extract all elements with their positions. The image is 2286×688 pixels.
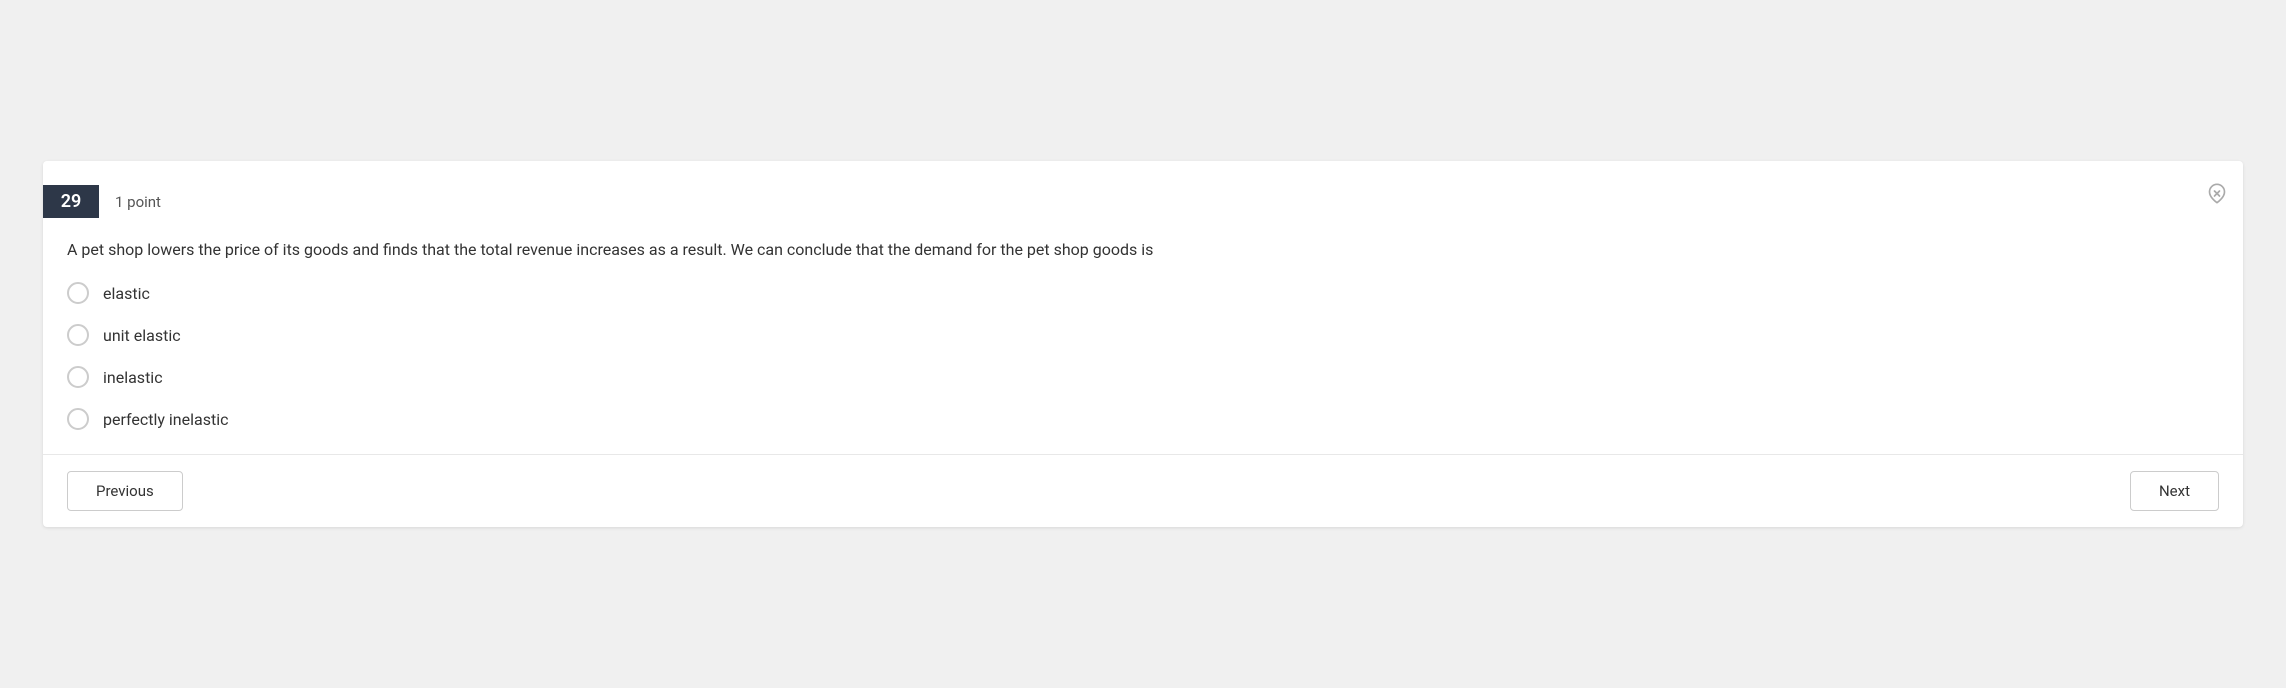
card-footer: Previous Next [43,454,2243,527]
question-header: 29 1 point [43,161,2243,230]
pin-icon[interactable] [2207,183,2227,208]
question-card: 29 1 point A pet shop lowers the price o… [43,161,2243,527]
option-item-elastic[interactable]: elastic [67,282,2219,304]
previous-button[interactable]: Previous [67,471,183,511]
next-button[interactable]: Next [2130,471,2219,511]
question-text: A pet shop lowers the price of its goods… [43,230,2243,282]
option-label-inelastic: inelastic [103,368,163,387]
option-label-perfectly-inelastic: perfectly inelastic [103,410,228,429]
page-wrapper: 29 1 point A pet shop lowers the price o… [20,161,2266,527]
options-list: elastic unit elastic inelastic perfectly… [43,282,2243,454]
option-item-perfectly-inelastic[interactable]: perfectly inelastic [67,408,2219,430]
radio-elastic[interactable] [67,282,89,304]
option-item-inelastic[interactable]: inelastic [67,366,2219,388]
option-item-unit-elastic[interactable]: unit elastic [67,324,2219,346]
option-label-elastic: elastic [103,284,150,303]
radio-unit-elastic[interactable] [67,324,89,346]
question-number-badge: 29 [43,185,99,218]
radio-perfectly-inelastic[interactable] [67,408,89,430]
radio-inelastic[interactable] [67,366,89,388]
question-points: 1 point [115,193,161,211]
option-label-unit-elastic: unit elastic [103,326,181,345]
